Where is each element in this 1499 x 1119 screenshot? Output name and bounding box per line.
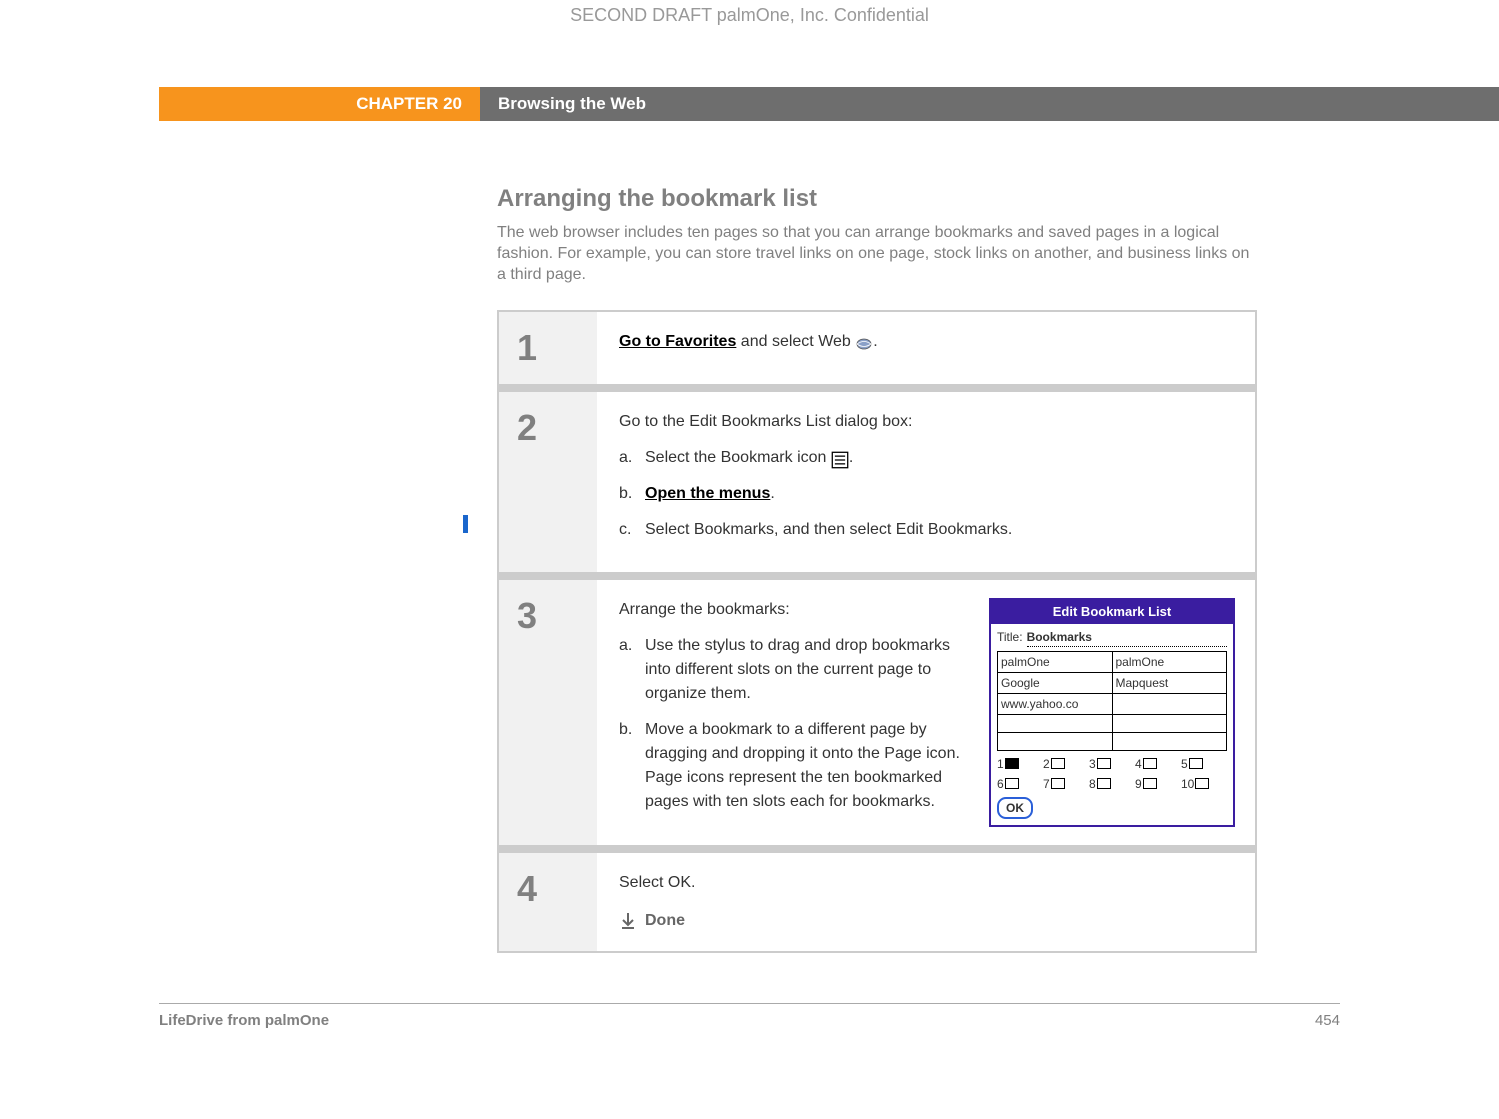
step-text: and select Web bbox=[736, 333, 855, 350]
step-number: 4 bbox=[499, 853, 599, 951]
bookmark-slot bbox=[998, 714, 1113, 732]
substep-letter: a. bbox=[619, 446, 645, 470]
substep: b. Move a bookmark to a different page b… bbox=[619, 718, 969, 814]
substep-text: Use the stylus to drag and drop bookmark… bbox=[645, 634, 969, 706]
step-number: 3 bbox=[499, 580, 599, 845]
bookmark-slot: palmOne bbox=[1112, 651, 1227, 672]
bookmark-slot: www.yahoo.co bbox=[998, 693, 1113, 714]
step-row: 4 Select OK. Done bbox=[499, 845, 1255, 951]
step-row: 2 Go to the Edit Bookmarks List dialog b… bbox=[499, 384, 1255, 572]
substep-letter: b. bbox=[619, 482, 645, 506]
done-indicator: Done bbox=[619, 909, 1235, 933]
page-icons-row: 1 2 3 4 5 6 7 8 9 10 bbox=[997, 755, 1227, 793]
bookmark-slot: Mapquest bbox=[1112, 672, 1227, 693]
dialog-title-field: Title: Bookmarks bbox=[997, 628, 1227, 647]
edit-bookmark-dialog: Edit Bookmark List Title: Bookmarks palm… bbox=[989, 598, 1235, 827]
page-icon: 5 bbox=[1181, 755, 1217, 773]
step-number: 2 bbox=[499, 392, 599, 572]
bookmark-slot bbox=[1112, 693, 1227, 714]
bookmark-slot-grid: palmOnepalmOne GoogleMapquest www.yahoo.… bbox=[997, 651, 1227, 751]
footer-divider bbox=[159, 1003, 1340, 1004]
footer-product: LifeDrive from palmOne bbox=[159, 1012, 329, 1029]
step-lead: Select OK. bbox=[619, 871, 1235, 895]
bookmark-slot bbox=[1112, 714, 1227, 732]
substep-text: Select Bookmarks, and then select Edit B… bbox=[645, 518, 1012, 542]
substep-text: Select the Bookmark icon bbox=[645, 449, 831, 466]
page-icon: 6 bbox=[997, 775, 1033, 793]
step-body: Go to Favorites and select Web . bbox=[599, 312, 1255, 384]
revision-change-bar bbox=[463, 515, 468, 533]
open-menus-link[interactable]: Open the menus bbox=[645, 485, 770, 502]
substep: c. Select Bookmarks, and then select Edi… bbox=[619, 518, 1235, 542]
watermark-text: SECOND DRAFT palmOne, Inc. Confidential bbox=[0, 5, 1499, 26]
step-text: . bbox=[873, 333, 877, 350]
substep-letter: a. bbox=[619, 634, 645, 706]
page-icon: 2 bbox=[1043, 755, 1079, 773]
bookmark-slot bbox=[1112, 732, 1227, 750]
web-icon bbox=[855, 335, 873, 349]
bookmark-slot bbox=[998, 732, 1113, 750]
dialog-ok-button: OK bbox=[997, 797, 1033, 819]
step-body: Arrange the bookmarks: a. Use the stylus… bbox=[599, 580, 1255, 845]
page-icon: 10 bbox=[1181, 775, 1217, 793]
step-row: 3 Arrange the bookmarks: a. Use the styl… bbox=[499, 572, 1255, 845]
done-arrow-icon bbox=[619, 912, 637, 930]
section-heading: Arranging the bookmark list bbox=[497, 185, 1257, 213]
substep-letter: c. bbox=[619, 518, 645, 542]
page-icon: 7 bbox=[1043, 775, 1079, 793]
dialog-field-label: Title: bbox=[997, 628, 1023, 646]
bookmark-slot: Google bbox=[998, 672, 1113, 693]
substep: b. Open the menus. bbox=[619, 482, 1235, 506]
dialog-field-value: Bookmarks bbox=[1027, 628, 1227, 647]
substep-text: Move a bookmark to a different page by d… bbox=[645, 718, 969, 814]
steps-table: 1 Go to Favorites and select Web . 2 Go … bbox=[497, 310, 1257, 953]
page-icon: 1 bbox=[997, 755, 1033, 773]
substep: a. Use the stylus to drag and drop bookm… bbox=[619, 634, 969, 706]
page-footer: LifeDrive from palmOne 454 bbox=[159, 1012, 1340, 1029]
chapter-left-pad bbox=[0, 87, 159, 121]
page-icon: 3 bbox=[1089, 755, 1125, 773]
chapter-number: CHAPTER 20 bbox=[159, 87, 480, 121]
page-icon: 9 bbox=[1135, 775, 1171, 793]
chapter-bar: CHAPTER 20 Browsing the Web bbox=[0, 87, 1499, 121]
substep-text: . bbox=[770, 485, 774, 502]
step-number: 1 bbox=[499, 312, 599, 384]
step-lead: Arrange the bookmarks: bbox=[619, 598, 969, 622]
substep-text: . bbox=[849, 449, 853, 466]
go-to-favorites-link[interactable]: Go to Favorites bbox=[619, 333, 736, 350]
bookmark-slot: palmOne bbox=[998, 651, 1113, 672]
dialog-title: Edit Bookmark List bbox=[991, 600, 1233, 624]
footer-page-number: 454 bbox=[1315, 1012, 1340, 1029]
page-icon: 8 bbox=[1089, 775, 1125, 793]
step-lead: Go to the Edit Bookmarks List dialog box… bbox=[619, 410, 1235, 434]
page-icon: 4 bbox=[1135, 755, 1171, 773]
substep: a. Select the Bookmark icon . bbox=[619, 446, 1235, 470]
chapter-title: Browsing the Web bbox=[480, 87, 1499, 121]
done-label: Done bbox=[645, 909, 685, 933]
main-content: Arranging the bookmark list The web brow… bbox=[497, 185, 1257, 953]
step-body: Select OK. Done bbox=[599, 853, 1255, 951]
step-body: Go to the Edit Bookmarks List dialog box… bbox=[599, 392, 1255, 572]
step-row: 1 Go to Favorites and select Web . bbox=[499, 312, 1255, 384]
bookmark-icon bbox=[831, 451, 849, 465]
substep-letter: b. bbox=[619, 718, 645, 814]
section-intro: The web browser includes ten pages so th… bbox=[497, 223, 1257, 285]
